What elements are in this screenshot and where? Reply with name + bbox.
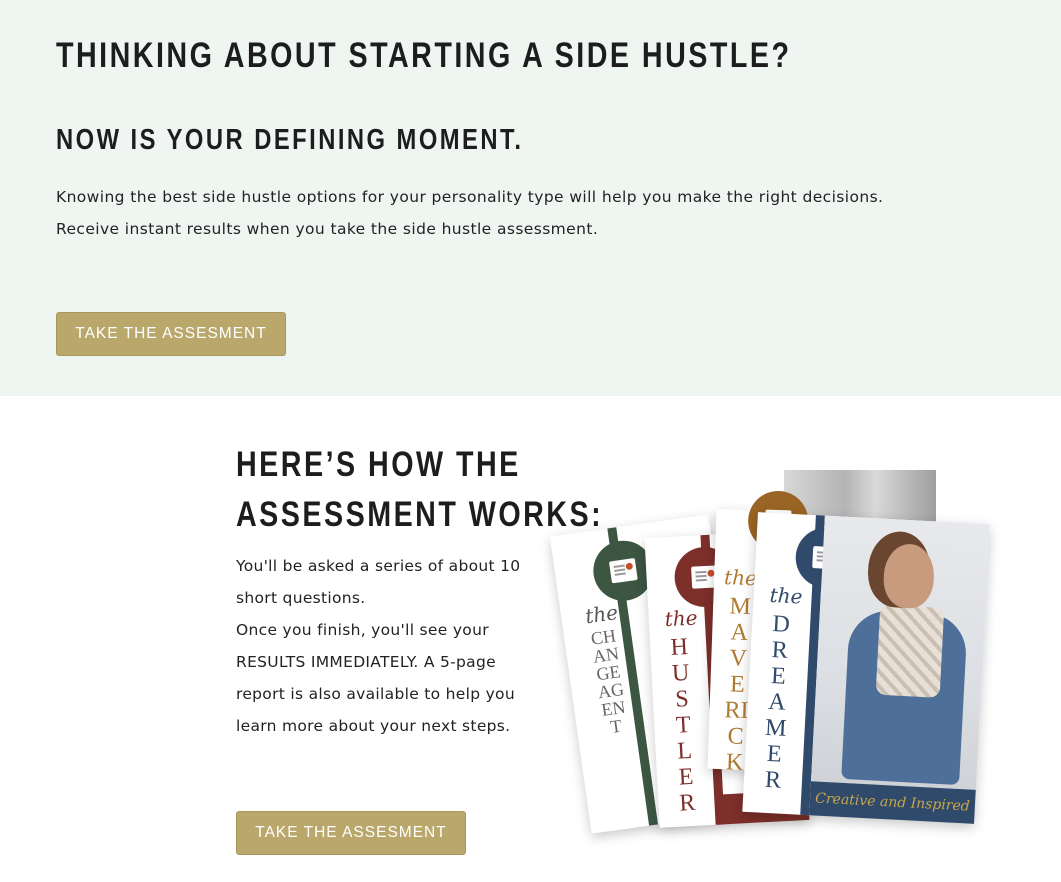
brochure-script-the: the [769,582,804,609]
how-it-works-line: Once you finish, you'll see your [236,621,489,639]
how-it-works-line: You'll be asked a series of about 10 [236,557,521,575]
how-it-works-line: RESULTS IMMEDIATELY. A 5-page [236,653,496,671]
how-it-works-title-line: ASSESSMENT WORKS: [236,495,604,534]
hero-section: THINKING ABOUT STARTING A SIDE HUSTLE? N… [0,0,1061,396]
how-it-works-line: short questions. [236,589,366,607]
brochure-dreamer: the DREAMER Creative and Inspired [742,512,990,824]
take-assessment-button-secondary[interactable]: TAKE THE ASSESMENT [236,811,466,855]
brochure-title-dreamer: DREAMER [764,611,791,794]
brochure-title-hustler: HUSTLER [669,634,697,817]
hero-description: Knowing the best side hustle options for… [56,181,1016,245]
hero-description-line: Knowing the best side hustle options for… [56,188,884,206]
take-assessment-button[interactable]: TAKE THE ASSESMENT [56,312,286,356]
brochure-tagline: Creative and Inspired [809,781,976,824]
hero-title: THINKING ABOUT STARTING A SIDE HUSTLE? [56,36,792,75]
brochure-script-the: the [583,599,620,629]
how-it-works-title: HERE’S HOW THE ASSESSMENT WORKS: [236,440,603,540]
brochure-script-the: the [723,565,758,591]
personality-brochures-image: the CHANGE AGENT the HUSTLER the MAVERIC… [549,462,992,842]
how-it-works-line: learn more about your next steps. [236,717,511,735]
woman-laughing-photo [810,515,990,790]
hero-subtitle: NOW IS YOUR DEFINING MOMENT. [56,124,524,156]
brochure-script-the: the [664,605,699,632]
how-it-works-description: You'll be asked a series of about 10 sho… [236,550,566,742]
how-it-works-title-line: HERE’S HOW THE [236,445,521,484]
how-it-works-line: report is also available to help you [236,685,515,703]
hero-description-line: Receive instant results when you take th… [56,220,599,238]
